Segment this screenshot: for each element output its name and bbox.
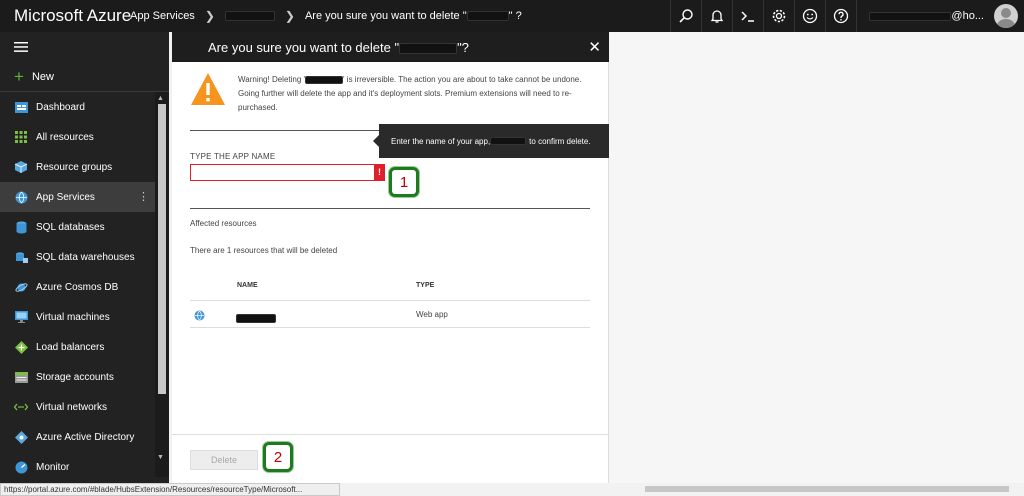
redacted-account-email <box>869 11 952 21</box>
globe-icon <box>14 190 28 204</box>
sidebar-item-app-services[interactable]: App Services ⋮ <box>0 182 155 212</box>
validation-tooltip: Enter the name of your app, to confirm d… <box>373 124 626 158</box>
redacted-app-name[interactable] <box>224 11 275 21</box>
redacted-app-name <box>490 137 527 145</box>
scroll-down-icon[interactable]: ▼ <box>157 454 164 461</box>
chevron-right-icon: ❯ <box>204 9 215 23</box>
sidebar-item-sql-data-warehouses[interactable]: SQL data warehouses <box>0 242 155 272</box>
app-name-input[interactable] <box>190 164 376 181</box>
sidebar-item-virtual-networks[interactable]: Virtual networks <box>0 392 155 422</box>
avatar <box>994 4 1018 28</box>
sidebar-item-azure-cosmos-db[interactable]: Azure Cosmos DB <box>0 272 155 302</box>
chevron-right-icon: ❯ <box>284 9 295 23</box>
sidebar-item-all-resources[interactable]: All resources <box>0 122 155 152</box>
smiley-icon[interactable] <box>794 0 825 32</box>
breadcrumb-delete-crumb[interactable]: Are you sure you want to delete " " ? <box>305 10 522 22</box>
sidebar-item-load-balancers[interactable]: Load balancers <box>0 332 155 362</box>
monitor-gauge-icon <box>14 460 28 474</box>
monitor-icon <box>14 310 28 324</box>
blade-title: Are you sure you want to delete " "? <box>208 39 469 55</box>
warehouse-icon <box>14 250 28 264</box>
network-icon <box>14 400 28 414</box>
callout-badge-2: 2 <box>263 442 293 472</box>
balancer-icon <box>14 340 28 354</box>
sidebar-item-resource-groups[interactable]: Resource groups <box>0 152 155 182</box>
sidebar-item-azure-active-directory[interactable]: Azure Active Directory <box>0 422 155 452</box>
error-icon: ! <box>374 164 385 181</box>
redacted-app-name <box>236 314 276 324</box>
divider <box>190 208 590 209</box>
warning-icon <box>190 72 226 111</box>
table-row-type: Web app <box>416 310 448 319</box>
account-domain: @ho... <box>951 10 984 22</box>
new-button[interactable]: + New <box>0 62 169 92</box>
new-label: New <box>31 70 54 83</box>
brand-title[interactable]: Microsoft Azure <box>0 6 131 26</box>
sidebar-item-virtual-machines[interactable]: Virtual machines <box>0 302 155 332</box>
gear-icon[interactable] <box>763 0 794 32</box>
affected-resources-heading: Affected resources <box>190 219 257 228</box>
sidebar: + New Dashboard All resources Resource g… <box>0 32 169 483</box>
dashboard-icon <box>14 100 28 114</box>
table-divider <box>190 300 590 301</box>
redacted-app-name <box>399 42 458 54</box>
empty-workspace <box>609 32 1024 483</box>
horizontal-scrollbar[interactable] <box>645 486 1009 492</box>
redacted-app-name <box>305 75 344 84</box>
sidebar-scroll-thumb[interactable] <box>158 104 166 394</box>
warning-text: Warning! Deleting ' ' is irreversible. Th… <box>238 75 582 112</box>
sidebar-item-monitor[interactable]: Monitor <box>0 452 155 482</box>
top-icons: @ho... <box>670 0 1024 32</box>
web-app-icon <box>194 308 205 326</box>
sidebar-item-sql-databases[interactable]: SQL databases <box>0 212 155 242</box>
diamond-icon <box>14 430 28 444</box>
redacted-app-name <box>466 11 509 22</box>
grid-icon <box>14 130 28 144</box>
storage-icon <box>14 370 28 384</box>
search-icon[interactable] <box>670 0 701 32</box>
sidebar-item-dashboard[interactable]: Dashboard <box>0 92 155 122</box>
blade-header: Are you sure you want to delete " "? ✕ <box>172 32 609 62</box>
cube-icon <box>14 160 28 174</box>
sidebar-item-storage-accounts[interactable]: Storage accounts <box>0 362 155 392</box>
more-options-icon[interactable]: ⋮ <box>138 190 149 203</box>
close-icon[interactable]: ✕ <box>588 38 601 56</box>
hamburger-icon[interactable] <box>0 32 169 62</box>
column-header-type: TYPE <box>416 282 435 289</box>
planet-icon <box>14 280 28 294</box>
breadcrumb-app-services[interactable]: App Services <box>130 10 195 22</box>
table-row-name <box>236 310 276 328</box>
resource-count-text: There are 1 resources that will be delet… <box>190 246 338 255</box>
breadcrumb: App Services ❯ ❯ Are you sure you want t… <box>130 9 522 23</box>
status-url: https://portal.azure.com/#blade/HubsExte… <box>0 483 340 496</box>
bell-icon[interactable] <box>701 0 732 32</box>
help-icon[interactable] <box>825 0 856 32</box>
column-header-name: NAME <box>237 282 258 289</box>
scroll-up-icon[interactable]: ▲ <box>157 95 164 102</box>
database-icon <box>14 220 28 234</box>
plus-icon: + <box>14 67 24 86</box>
callout-badge-1: 1 <box>389 167 419 197</box>
top-bar: Microsoft Azure App Services ❯ ❯ Are you… <box>0 0 1024 32</box>
account-menu[interactable]: @ho... <box>856 0 1024 32</box>
table-divider <box>190 327 590 328</box>
footer-divider <box>172 434 609 435</box>
delete-button[interactable]: Delete <box>190 450 258 470</box>
cloud-shell-icon[interactable] <box>732 0 763 32</box>
app-name-field-label: TYPE THE APP NAME <box>190 152 276 161</box>
